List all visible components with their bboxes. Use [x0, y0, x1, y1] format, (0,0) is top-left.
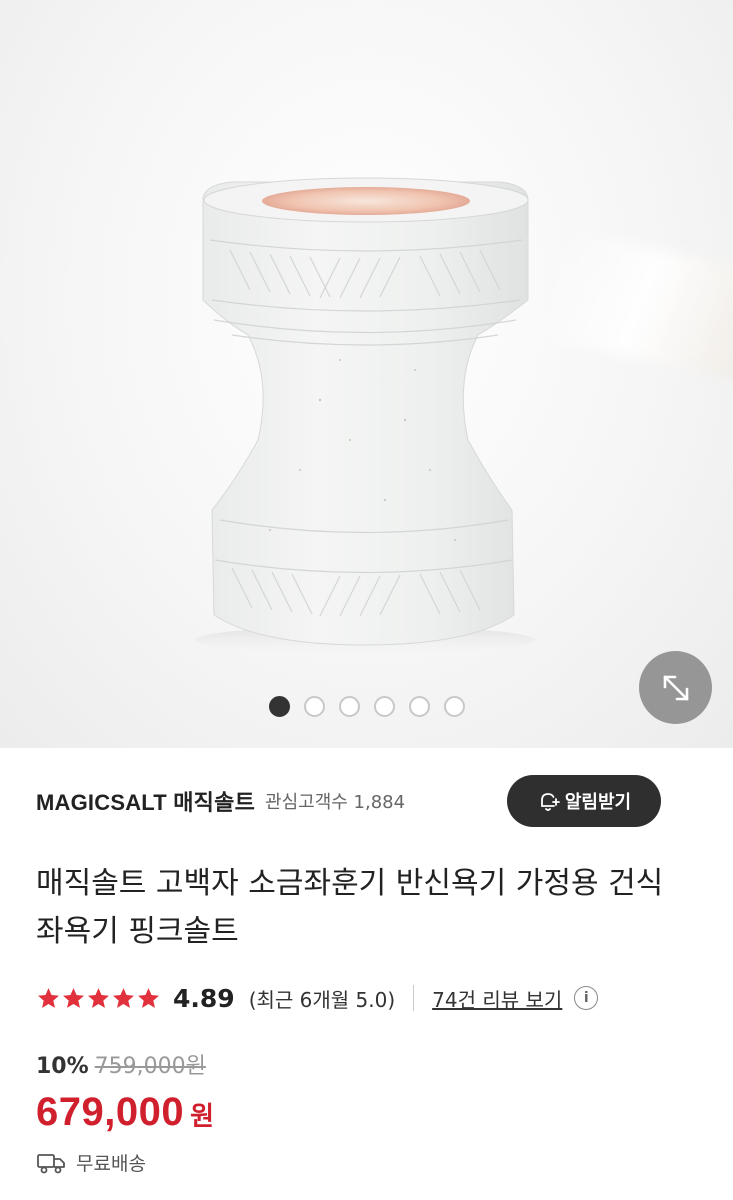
star-rating [36, 986, 161, 1011]
gallery-dot[interactable] [303, 696, 325, 717]
discount-row: 10% 759,000원 [36, 1048, 697, 1080]
gallery-pagination [0, 696, 733, 718]
original-price: 759,000원 [94, 1054, 206, 1079]
currency-unit: 원 [190, 1102, 215, 1132]
star-icon [138, 987, 159, 1008]
divider [413, 985, 415, 1011]
price-row: 679,000 원 [36, 1090, 697, 1135]
notify-button-label: 알림받기 [564, 792, 632, 813]
review-link[interactable]: 74건 리뷰 보기 [432, 984, 562, 1013]
product-photo [195, 177, 535, 654]
rating-row: 4.89 (최근 6개월 5.0) 74건 리뷰 보기 i [36, 978, 697, 1018]
seller-brand[interactable]: MAGICSALT 매직솔트 [36, 785, 255, 817]
gallery-dot[interactable] [443, 696, 465, 717]
rating-score: 4.89 [173, 983, 235, 1013]
shipping-label: 무료배송 [76, 1153, 146, 1175]
gallery-dot[interactable] [373, 696, 395, 717]
star-icon [38, 987, 59, 1008]
discount-rate: 10% [36, 1054, 89, 1079]
product-image-gallery[interactable] [0, 0, 733, 748]
gallery-dot[interactable] [408, 696, 430, 717]
gallery-dot[interactable] [338, 696, 360, 717]
follower-count: 관심고객수 1,884 [265, 792, 406, 813]
star-icon [63, 987, 84, 1008]
notify-button[interactable]: 알림받기 [507, 775, 661, 827]
product-info: MAGICSALT 매직솔트 관심고객수 1,884 알림받기 매직솔트 고백자… [0, 748, 733, 1176]
gallery-dot[interactable] [268, 696, 290, 717]
star-icon [113, 987, 134, 1008]
product-title: 매직솔트 고백자 소금좌훈기 반신욕기 가정용 건식 좌욕기 핑크솔트 [36, 866, 664, 949]
sale-price: 679,000 [36, 1090, 185, 1134]
seller-row: MAGICSALT 매직솔트 관심고객수 1,884 알림받기 [36, 748, 697, 852]
recent-rating: (최근 6개월 5.0) [248, 987, 396, 1012]
shipping-row: 무료배송 [36, 1149, 697, 1176]
info-icon[interactable]: i [574, 986, 599, 1010]
truck-icon [37, 1153, 65, 1173]
bell-plus-icon [540, 793, 560, 811]
star-icon [88, 987, 109, 1008]
